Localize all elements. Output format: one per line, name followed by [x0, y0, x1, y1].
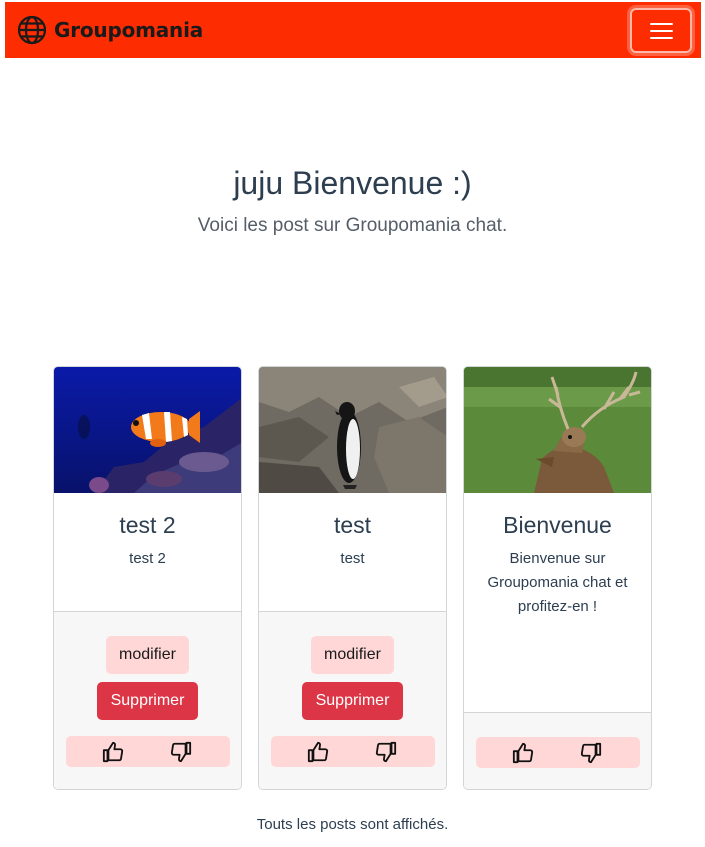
post-text: Bienvenue sur Groupomania chat et profit…	[487, 550, 628, 615]
brand-link[interactable]: Groupomania	[17, 15, 203, 45]
reaction-bar	[66, 736, 230, 767]
post-text: test 2	[129, 550, 166, 567]
delete-post-button[interactable]: Supprimer	[302, 682, 403, 720]
post-image-deer	[464, 367, 651, 493]
post-title: test	[333, 512, 372, 538]
post-card: Bienvenue Bienvenue sur Groupomania chat…	[463, 366, 652, 790]
delete-post-button[interactable]: Supprimer	[97, 682, 198, 720]
post-title: Bienvenue	[503, 512, 612, 538]
brand-name: Groupomania	[54, 18, 204, 42]
thumbs-down-icon[interactable]	[373, 739, 399, 765]
post-image-penguin	[259, 367, 446, 493]
reaction-bar	[271, 736, 435, 767]
post-actions: modifier Supprimer	[54, 612, 241, 789]
post-body: test 2 test 2	[54, 493, 241, 612]
navbar-toggler-button[interactable]	[630, 8, 692, 53]
welcome-subtitle: Voici les post sur Groupomania chat.	[197, 215, 508, 236]
post-actions: modifier Supprimer	[259, 612, 446, 789]
thumbs-up-icon[interactable]	[100, 739, 126, 765]
edit-post-button[interactable]: modifier	[106, 636, 189, 674]
post-card: test test modifier Supprimer	[258, 366, 447, 790]
post-card: test 2 test 2 modifier Supprimer	[53, 366, 242, 790]
edit-post-button[interactable]: modifier	[311, 636, 394, 674]
reaction-bar	[476, 737, 640, 768]
post-text: test	[340, 550, 365, 567]
navbar: Groupomania	[5, 2, 701, 58]
posts-status-message: Touts les posts sont affichés.	[256, 816, 449, 833]
post-actions	[464, 713, 651, 789]
post-body: test test	[259, 493, 446, 612]
globe-icon	[17, 15, 47, 45]
post-body: Bienvenue Bienvenue sur Groupomania chat…	[464, 493, 651, 713]
post-image-clownfish	[54, 367, 241, 493]
thumbs-down-icon[interactable]	[578, 740, 604, 766]
hamburger-icon	[632, 10, 690, 51]
thumbs-up-icon[interactable]	[305, 739, 331, 765]
thumbs-down-icon[interactable]	[168, 739, 194, 765]
thumbs-up-icon[interactable]	[510, 740, 536, 766]
welcome-title: juju Bienvenue :)	[233, 165, 472, 201]
post-title: test 2	[119, 512, 176, 538]
